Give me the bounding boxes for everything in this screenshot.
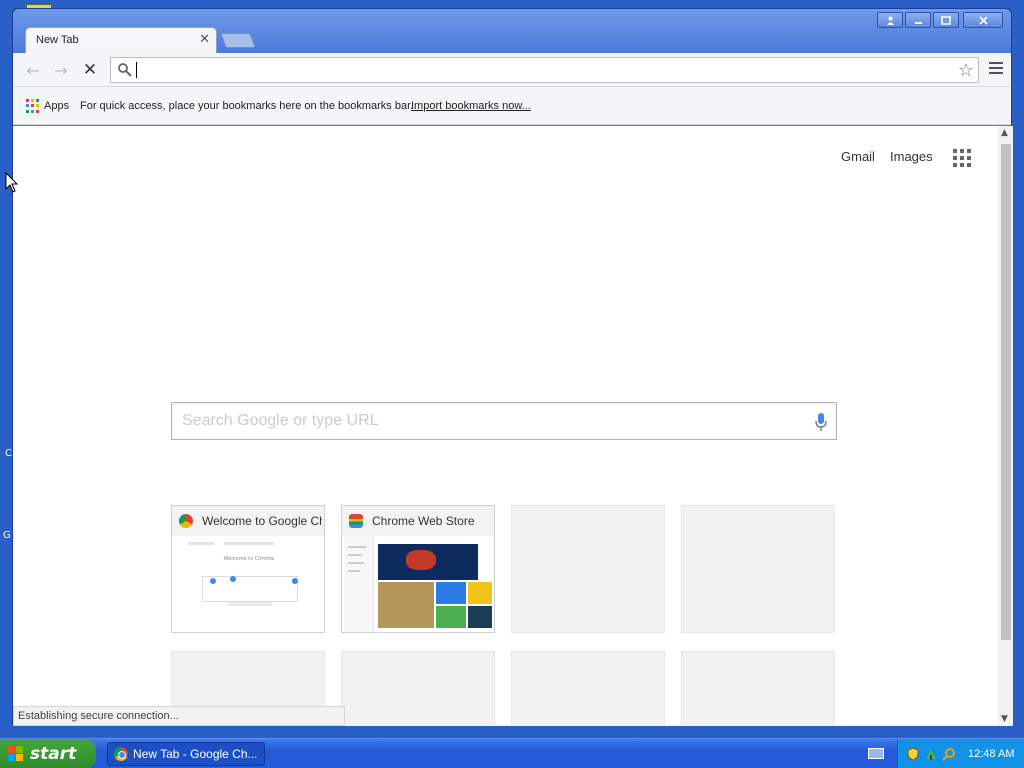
search-icon (118, 63, 132, 77)
user-profile-button[interactable] (877, 12, 903, 28)
chrome-menu-button[interactable] (989, 62, 1003, 77)
google-search-box[interactable] (171, 402, 837, 440)
mouse-cursor-icon (5, 172, 19, 193)
web-store-icon (349, 514, 363, 528)
most-visited-tile-empty (681, 505, 835, 633)
scroll-up-arrow-icon[interactable]: ▲ (1001, 128, 1008, 138)
most-visited-tile-welcome[interactable]: Welcome to Google Chrome Welcome to Chro… (171, 505, 325, 633)
keyboard-icon[interactable] (868, 748, 884, 759)
most-visited-tile-empty (511, 651, 665, 726)
chrome-window: New Tab ✕ ← → ✕ ☆ Apps For quick access,… (12, 8, 1013, 726)
tile-title: Welcome to Google Chrome (202, 514, 322, 528)
tile-header: Chrome Web Store (342, 506, 494, 536)
bookmarks-bar: Apps For quick access, place your bookma… (13, 87, 1011, 125)
start-button[interactable]: start (0, 739, 96, 768)
text-caret (136, 62, 137, 78)
taskbar-item-label: New Tab - Google Ch... (133, 747, 258, 761)
desktop-icon-label-fragment: G (3, 530, 11, 541)
scrollbar-thumb[interactable] (1001, 144, 1011, 640)
stop-icon: ✕ (82, 60, 98, 80)
import-bookmarks-link[interactable]: Import bookmarks now... (411, 100, 531, 112)
bookmarks-hint: For quick access, place your bookmarks h… (80, 100, 414, 112)
tab-new-tab[interactable]: New Tab ✕ (25, 27, 217, 53)
stop-loading-button[interactable]: ✕ (80, 60, 100, 80)
tab-close-icon[interactable]: ✕ (199, 32, 210, 47)
chrome-favicon-icon (179, 514, 193, 528)
clock: 12:48 AM (968, 748, 1015, 760)
tab-title: New Tab (36, 34, 79, 46)
new-tab-button[interactable] (220, 33, 256, 48)
new-tab-page: Gmail Images Welcome to Google Chrome We… (13, 126, 998, 726)
microphone-icon[interactable] (814, 412, 828, 432)
taskbar: start New Tab - Google Ch... 12:48 AM (0, 738, 1024, 768)
search-icon[interactable] (942, 747, 956, 761)
most-visited-tile-empty (511, 505, 665, 633)
minimize-icon (914, 21, 922, 24)
tile-thumbnail (344, 536, 494, 632)
thumbnail-heading: Welcome to Chrome (223, 556, 275, 562)
desktop-icon-label-fragment: C (5, 448, 12, 459)
bookmark-star-icon[interactable]: ☆ (958, 60, 974, 81)
tile-thumbnail: Welcome to Chrome (174, 536, 324, 632)
tile-header: Welcome to Google Chrome (172, 506, 324, 536)
apps-shortcut[interactable]: Apps (44, 100, 69, 112)
back-button[interactable]: ← (23, 60, 43, 80)
toolbar: ← → ✕ ☆ (13, 53, 1011, 87)
system-tray: 12:48 AM (897, 739, 1024, 768)
most-visited-tile-empty (681, 651, 835, 726)
address-input[interactable] (135, 61, 945, 79)
chrome-icon (114, 747, 128, 761)
restore-button[interactable] (933, 12, 959, 28)
taskbar-item-chrome[interactable]: New Tab - Google Ch... (107, 742, 265, 766)
scroll-down-arrow-icon[interactable]: ▼ (1001, 714, 1008, 724)
most-visited-tile-empty (341, 651, 495, 726)
back-arrow-icon: ← (26, 60, 40, 80)
close-window-button[interactable] (963, 12, 1003, 28)
shield-icon[interactable] (906, 747, 920, 761)
title-bar: New Tab ✕ (13, 9, 1011, 53)
start-label: start (30, 744, 77, 764)
images-link[interactable]: Images (890, 149, 933, 164)
gmail-link[interactable]: Gmail (841, 149, 875, 164)
person-icon (886, 16, 894, 25)
status-bubble: Establishing secure connection... (13, 706, 345, 726)
apps-icon[interactable] (26, 99, 40, 113)
tile-title: Chrome Web Store (372, 514, 475, 528)
vertical-scrollbar[interactable]: ▲ ▼ (998, 126, 1013, 726)
minimize-button[interactable] (905, 12, 931, 28)
forward-arrow-icon: → (54, 60, 68, 80)
google-search-input[interactable] (182, 412, 802, 430)
windows-logo-icon (8, 746, 24, 762)
google-apps-icon[interactable] (953, 149, 971, 167)
close-icon (978, 15, 988, 25)
forward-button[interactable]: → (51, 60, 71, 80)
most-visited-tile-web-store[interactable]: Chrome Web Store (341, 505, 495, 633)
restore-icon (941, 15, 951, 25)
window-controls (875, 12, 1003, 28)
omnibox[interactable]: ☆ (110, 57, 979, 83)
network-icon[interactable] (924, 747, 938, 761)
